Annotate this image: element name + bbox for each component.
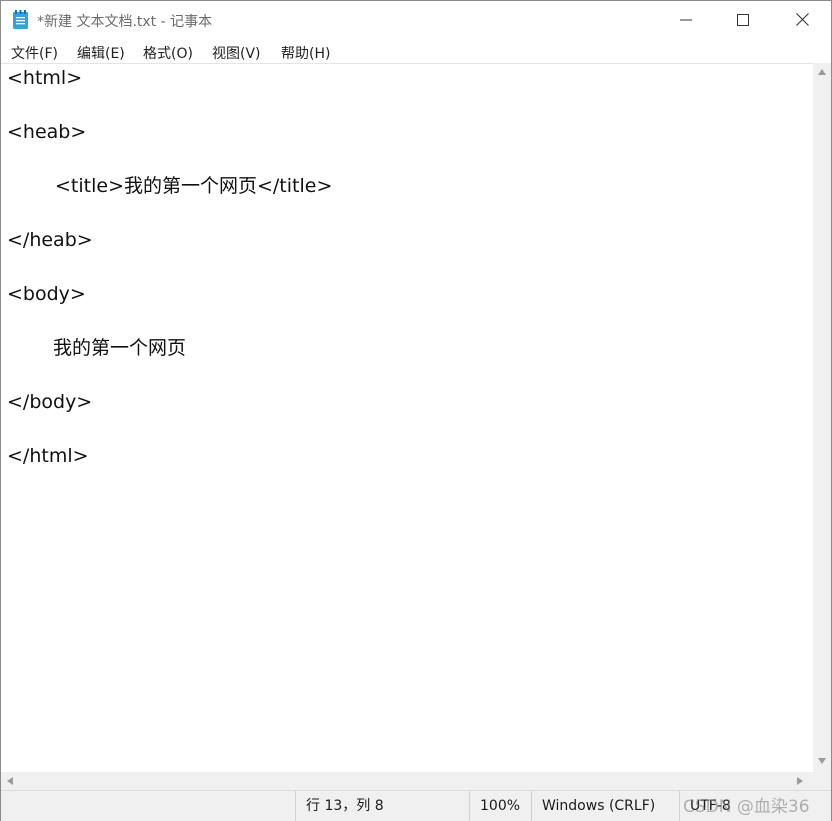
minimize-button[interactable] [657,1,715,39]
scrollbar-corner [813,772,831,790]
status-line-ending: Windows (CRLF) [531,791,679,821]
minimize-icon [680,11,692,30]
editor-line: <body> [7,283,86,305]
notepad-window: *新建 文本文档.txt - 记事本 文件(F) 编辑(E) 格式(O) 视图(… [0,0,832,821]
editor-line: <html> [7,67,83,89]
close-button[interactable] [773,1,831,39]
scroll-down-icon[interactable] [818,758,826,764]
menu-bar: 文件(F) 编辑(E) 格式(O) 视图(V) 帮助(H) [1,39,831,63]
notepad-icon [12,10,29,30]
scroll-left-icon[interactable] [7,777,13,785]
menu-view[interactable]: 视图(V) [212,43,261,63]
title-bar[interactable]: *新建 文本文档.txt - 记事本 [1,1,831,39]
editor-line: </body> [7,391,93,413]
status-zoom: 100% [469,791,531,821]
scroll-up-icon[interactable] [818,69,826,75]
watermark: CSDN @血染36 [683,797,810,817]
maximize-button[interactable] [714,1,772,39]
vertical-scrollbar[interactable] [813,63,831,772]
menu-file[interactable]: 文件(F) [11,43,58,63]
horizontal-scrollbar[interactable] [1,772,813,790]
window-title: *新建 文本文档.txt - 记事本 [37,14,213,30]
editor-line: <title>我的第一个网页</title> [55,175,333,197]
text-editor[interactable]: <html> <heab> <title>我的第一个网页</title> </h… [1,63,813,772]
editor-line: 我的第一个网页 [53,337,187,359]
editor-line: </html> [7,445,89,467]
status-cursor-position: 行 13，列 8 [295,791,469,821]
menu-format[interactable]: 格式(O) [143,43,193,63]
editor-line: <heab> [7,121,87,143]
close-icon [795,11,809,30]
editor-line: </heab> [7,229,93,251]
menu-edit[interactable]: 编辑(E) [77,43,125,63]
scroll-right-icon[interactable] [797,777,803,785]
maximize-icon [737,11,749,30]
menu-help[interactable]: 帮助(H) [281,43,330,63]
